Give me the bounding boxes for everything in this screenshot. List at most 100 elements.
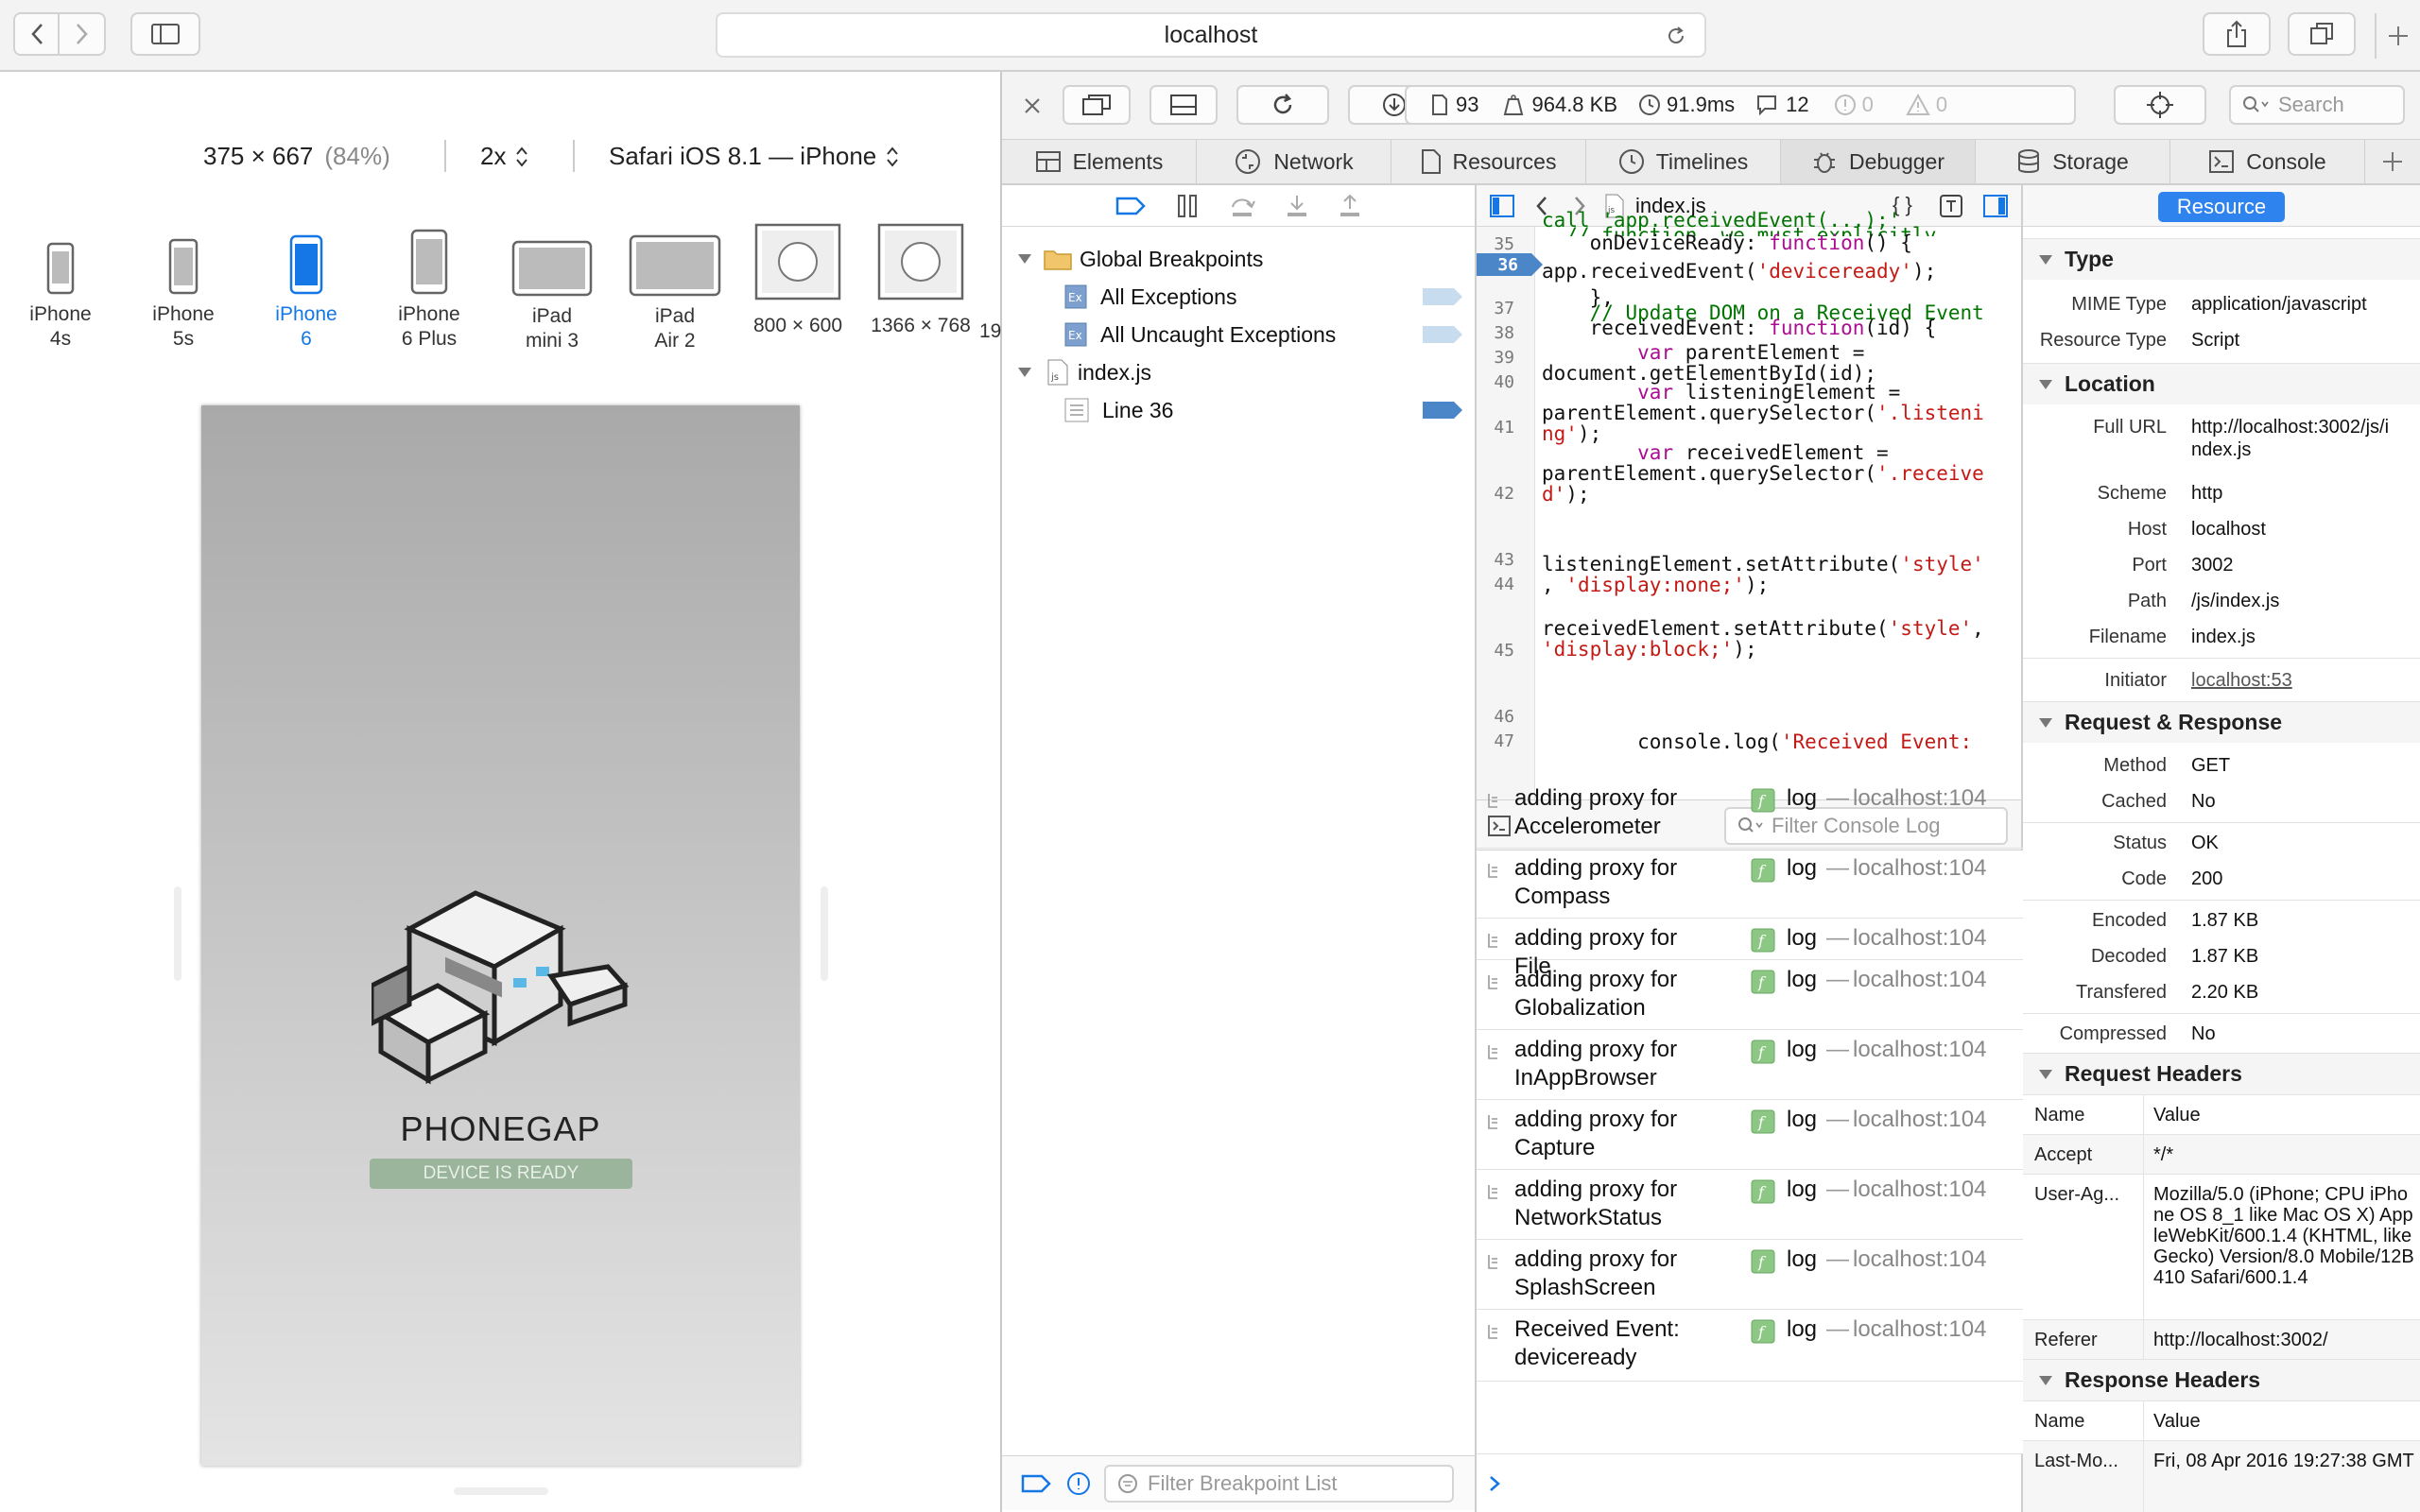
pause-icon[interactable] [1176,194,1199,218]
console-message[interactable]: Received Event: deviceready f log — localhos… [1477,1310,2023,1382]
undock-button[interactable] [1063,85,1131,125]
breakpoint-line[interactable]: Line 36 [1002,391,1475,429]
line-number[interactable]: 35 [1477,234,1533,254]
type-section-header[interactable]: Type [2023,238,2420,280]
console-source-link[interactable]: localhost:104 [1853,784,1986,813]
resize-handle-left[interactable] [174,886,182,981]
console-message[interactable]: adding proxy for Capture f log — localhost:1… [1477,1100,2023,1170]
reload-button[interactable] [1236,85,1329,125]
user-agent-select[interactable]: Safari iOS 8.1 — iPhone [609,142,899,171]
global-breakpoints-group[interactable]: Global Breakpoints [1002,240,1475,278]
device-ipad-mini-3[interactable]: iPad mini 3 [499,240,605,353]
breakpoint-marker-icon[interactable] [1422,287,1463,306]
request-headers-section-header[interactable]: Request Headers [2023,1053,2420,1094]
load-time[interactable]: 91.9ms [1638,93,1735,117]
tab-timelines[interactable]: Timelines [1586,140,1781,183]
device-iphone-4s[interactable]: iPhone 4s [8,242,113,352]
request-response-section-header[interactable]: Request & Response [2023,701,2420,743]
disclosure-triangle-icon[interactable] [1017,366,1032,379]
disclosure-triangle-icon[interactable] [1017,252,1032,266]
resize-handle-bottom[interactable] [454,1487,548,1495]
console-message[interactable]: adding proxy for File f log — localhost:104 [1477,919,2023,979]
exception-filter-icon[interactable] [1066,1471,1091,1496]
reload-icon[interactable] [1665,25,1687,47]
resources-count[interactable]: 93 [1431,93,1478,117]
console-source-link[interactable]: localhost:104 [1853,1176,1986,1204]
console-message[interactable]: adding proxy for NetworkStatus f log — local… [1477,1170,2023,1240]
device-iphone-6-plus[interactable]: iPhone 6 Plus [376,229,482,352]
search-field[interactable]: Search [2229,85,2405,125]
line-number[interactable]: 43 [1477,550,1533,570]
console-source-link[interactable]: localhost:104 [1853,854,1986,883]
breakpoint-marker-icon[interactable] [1422,401,1463,420]
line-number[interactable]: 39 [1477,348,1533,368]
warning-count[interactable]: 0 [1906,93,1947,117]
active-breakpoint[interactable]: 36 [1477,253,1545,276]
line-number[interactable]: 47 [1477,731,1533,751]
share-button[interactable] [2203,12,2271,56]
console-source-link[interactable]: localhost:104 [1853,1036,1986,1064]
function-icon[interactable]: f [1751,1040,1775,1064]
address-bar[interactable]: localhost [716,12,1706,58]
initiator-link[interactable]: localhost:53 [2191,669,2418,692]
console-source-link[interactable]: localhost:104 [1853,1315,1986,1344]
sidebar-left-icon[interactable] [1490,194,1514,217]
console-message[interactable]: adding proxy for SplashScreen f log — localh… [1477,1240,2023,1310]
function-icon[interactable]: f [1751,858,1775,883]
console-message[interactable]: adding proxy for Globalization f log — local… [1477,960,2023,1030]
console-source-link[interactable]: localhost:104 [1853,1246,1986,1274]
breakpoint-all-exceptions[interactable]: Ex All Exceptions [1002,278,1475,316]
back-icon[interactable] [15,13,60,55]
resize-handle-right[interactable] [821,886,828,981]
tab-storage[interactable]: Storage [1976,140,2170,183]
resources-size[interactable]: 964.8 KB [1503,93,1617,117]
breakpoint-marker-icon[interactable] [1422,325,1463,344]
console-source-link[interactable]: localhost:104 [1853,924,1986,953]
close-icon[interactable] [1023,96,1042,115]
line-number[interactable]: 41 [1477,418,1533,438]
line-number[interactable]: 37 [1477,299,1533,318]
device-ipad-air-2[interactable]: iPad Air 2 [622,234,728,353]
line-number[interactable]: 45 [1477,641,1533,661]
function-icon[interactable]: f [1751,1109,1775,1134]
device-1366x768[interactable]: 1366 × 768 [868,223,974,338]
breakpoint-filter-input[interactable]: Filter Breakpoint List [1104,1464,1454,1503]
tab-resources[interactable]: Resources [1392,140,1586,183]
dock-bottom-button[interactable] [1150,85,1218,125]
console-source-link[interactable]: localhost:104 [1853,966,1986,994]
step-out-icon[interactable] [1339,194,1361,218]
step-over-icon[interactable] [1229,194,1255,218]
console-source-link[interactable]: localhost:104 [1853,1106,1986,1134]
tab-network[interactable]: Network [1197,140,1392,183]
console-prompt[interactable] [1477,1453,2023,1512]
device-partial[interactable]: 19 [979,319,1002,344]
breakpoint-toggle-icon[interactable] [1115,197,1146,215]
function-icon[interactable]: f [1751,1249,1775,1274]
sidebar-right-icon[interactable] [1983,195,2008,217]
tabs-button[interactable] [2288,12,2356,56]
line-number[interactable]: 38 [1477,323,1533,343]
inspect-element-button[interactable] [2114,85,2206,125]
console-message[interactable]: adding proxy for Compass f log — localhost:1… [1477,849,2023,919]
device-iphone-6[interactable]: iPhone 6 [253,234,359,352]
file-breakpoints-group[interactable]: js index.js [1002,353,1475,391]
device-800x600[interactable]: 800 × 600 [745,223,851,338]
response-headers-section-header[interactable]: Response Headers [2023,1359,2420,1400]
log-count[interactable]: 12 [1755,93,1809,117]
line-number[interactable]: 46 [1477,707,1533,727]
forward-icon[interactable] [60,13,104,55]
function-icon[interactable]: f [1751,788,1775,813]
location-section-header[interactable]: Location [2023,363,2420,404]
step-into-icon[interactable] [1286,194,1308,218]
new-tab-button[interactable] [2375,13,2420,59]
function-icon[interactable]: f [1751,1319,1775,1344]
device-viewport[interactable]: PHONEGAP DEVICE IS READY [201,405,800,1466]
tab-elements[interactable]: Elements [1002,140,1197,183]
console-message[interactable]: adding proxy for Accelerometer f log — local… [1477,779,2023,849]
source-editor[interactable]: js index.js { } 35 36 37 38 39 40 41 42 … [1477,185,2023,799]
console-message[interactable]: adding proxy for InAppBrowser f log — localh… [1477,1030,2023,1100]
breakpoint-uncaught-exceptions[interactable]: Ex All Uncaught Exceptions [1002,316,1475,353]
tab-console[interactable]: Console [2170,140,2365,183]
sidebar-toggle-button[interactable] [130,12,200,56]
tab-debugger[interactable]: Debugger [1781,140,1976,183]
